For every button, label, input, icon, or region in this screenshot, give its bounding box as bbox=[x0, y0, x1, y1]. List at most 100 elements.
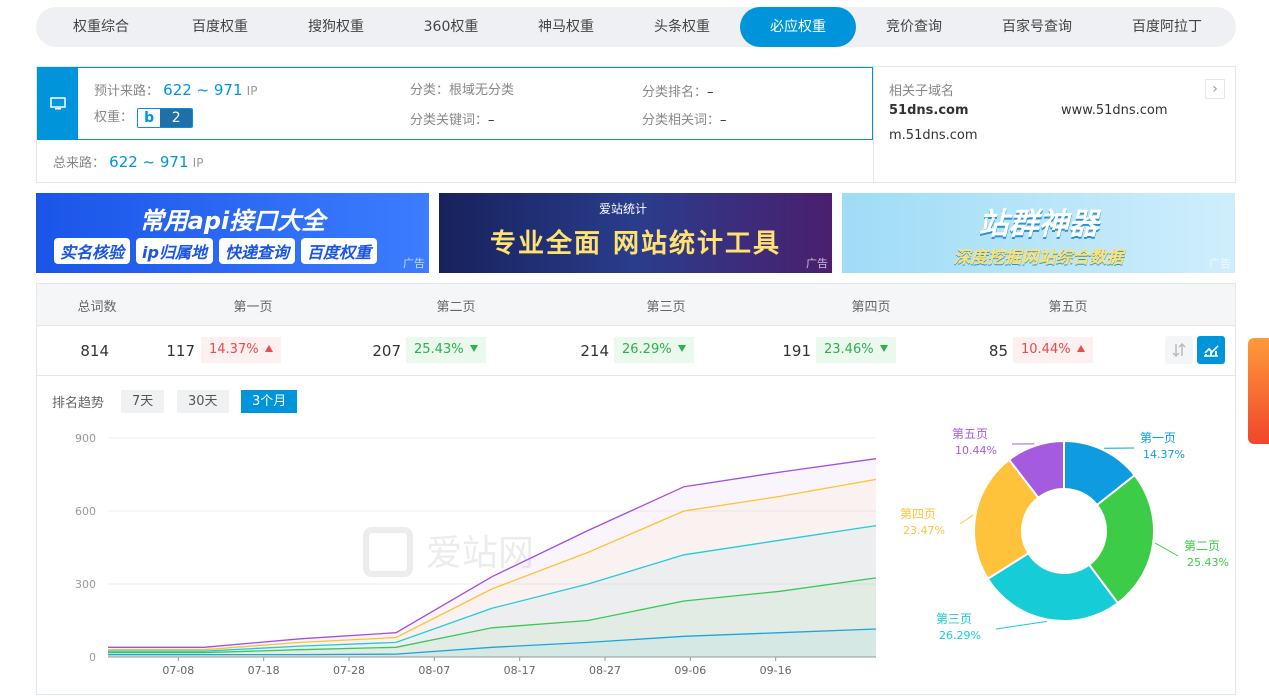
tab-shenma-weight[interactable]: 神马权重 bbox=[508, 7, 624, 47]
page-3-pct: 26.29% bbox=[614, 337, 694, 363]
subdomain-link[interactable]: www.51dns.com bbox=[1061, 103, 1168, 118]
bing-logo-icon: b bbox=[138, 108, 161, 127]
donut-label: 第五页 bbox=[952, 427, 988, 441]
tab-baidu-weight[interactable]: 百度权重 bbox=[162, 7, 278, 47]
subdomain-link[interactable]: m.51dns.com bbox=[889, 128, 978, 143]
tab-bing-weight[interactable]: 必应权重 bbox=[740, 7, 856, 47]
page-5-pct-value: 10.44% bbox=[1021, 342, 1071, 357]
total-traffic-label: 总来路： bbox=[53, 156, 106, 171]
donut-value-label: 14.37% bbox=[1143, 448, 1185, 461]
page-2-pct-value: 25.43% bbox=[414, 342, 464, 357]
category: 分类：根域无分类 bbox=[410, 79, 514, 98]
estimated-traffic-unit: IP bbox=[246, 84, 258, 98]
y-tick-label: 0 bbox=[89, 651, 96, 664]
donut-value-label: 10.44% bbox=[955, 444, 997, 457]
x-tick-label: 08-07 bbox=[418, 664, 450, 677]
donut-value-label: 25.43% bbox=[1187, 556, 1229, 569]
trend-label: 排名趋势 bbox=[52, 396, 105, 411]
donut-value-label: 23.47% bbox=[903, 524, 945, 537]
donut-leader-line bbox=[995, 620, 1048, 630]
ad-api-pill: 实名核验 bbox=[54, 238, 131, 264]
triangle-up-icon bbox=[264, 345, 273, 352]
weight-info-panel: 预计来路： 622 ~ 971 IP 权重： b 2 分类：根域无分类 分类关键… bbox=[36, 66, 874, 183]
page-1-pct-value: 14.37% bbox=[209, 342, 259, 357]
x-tick-label: 07-18 bbox=[248, 664, 280, 677]
bing-weight: 权重： b 2 bbox=[94, 106, 194, 128]
ad-banner-stats[interactable]: 爱站统计 专业全面 网站统计工具 广告 bbox=[439, 193, 832, 273]
tab-toutiao-weight[interactable]: 头条权重 bbox=[624, 7, 740, 47]
tab-sogou-weight[interactable]: 搜狗权重 bbox=[278, 7, 394, 47]
bing-weight-value: 2 bbox=[160, 108, 193, 127]
y-tick-label: 900 bbox=[75, 432, 96, 445]
category-rank-label: 分类排名： bbox=[642, 85, 708, 100]
header-page-5: 第五页 bbox=[1048, 300, 1088, 315]
donut-label: 第四页 bbox=[900, 507, 936, 521]
sort-icon[interactable] bbox=[1165, 336, 1193, 364]
category-related: 分类相关词：– bbox=[642, 109, 727, 128]
bing-weight-badge: b 2 bbox=[137, 107, 194, 128]
page-1-pct: 14.37% bbox=[201, 337, 281, 363]
page-1-count: 117 bbox=[166, 342, 195, 360]
y-tick-label: 600 bbox=[75, 505, 96, 518]
total-traffic-value: 622 ~ 971 bbox=[109, 153, 189, 171]
weight-info-top bbox=[37, 67, 873, 140]
x-tick-label: 08-17 bbox=[504, 664, 536, 677]
ad-api-pills: 实名核验 ip归属地 快递查询 百度权重 bbox=[54, 238, 377, 264]
page-4-pct: 23.46% bbox=[816, 337, 896, 363]
total-words-value: 814 bbox=[80, 342, 109, 360]
subdomain-link[interactable]: 51dns.com bbox=[889, 103, 969, 118]
page-3-count: 214 bbox=[580, 342, 609, 360]
x-tick-label: 09-16 bbox=[760, 664, 792, 677]
total-traffic: 总来路： 622 ~ 971 IP bbox=[53, 152, 203, 171]
donut-label: 第一页 bbox=[1140, 431, 1176, 445]
range-3-months-button[interactable]: 3个月 bbox=[241, 390, 298, 413]
category-keywords-label: 分类关键词： bbox=[410, 113, 489, 128]
page-4-pct-value: 23.46% bbox=[824, 342, 874, 357]
tab-360-weight[interactable]: 360权重 bbox=[394, 7, 508, 47]
floating-promo-tab[interactable] bbox=[1248, 338, 1269, 444]
triangle-up-icon bbox=[1076, 345, 1085, 352]
ad-banner-sitegroup[interactable]: 站群神器 深度挖掘网站综合数据 广告 bbox=[842, 193, 1235, 273]
header-page-1: 第一页 bbox=[233, 300, 273, 315]
header-page-3: 第三页 bbox=[646, 300, 686, 315]
ad-sitegroup-title: 站群神器 bbox=[978, 207, 1099, 242]
category-rank: 分类排名：– bbox=[642, 81, 714, 100]
bing-weight-label: 权重： bbox=[94, 110, 134, 125]
related-subdomains-title: 相关子域名 bbox=[889, 84, 955, 99]
x-tick-label: 09-06 bbox=[674, 664, 706, 677]
total-traffic-unit: IP bbox=[192, 156, 204, 170]
ad-stats-title: 专业全面 网站统计工具 bbox=[489, 229, 782, 259]
donut-value-label: 26.29% bbox=[939, 629, 981, 642]
stats-data-row: 814 117 14.37% 207 25.43% 214 26.29% 191… bbox=[37, 326, 1235, 376]
donut-leader-line bbox=[959, 514, 974, 525]
ad-api-pill: 百度权重 bbox=[300, 238, 377, 264]
tab-baijiahao-query[interactable]: 百家号查询 bbox=[972, 7, 1102, 47]
ad-api-title: 常用api接口大全 bbox=[139, 207, 326, 235]
chevron-right-icon[interactable]: › bbox=[1205, 79, 1225, 99]
x-tick-label: 08-27 bbox=[589, 664, 621, 677]
x-tick-label: 07-28 bbox=[333, 664, 365, 677]
donut-label: 第二页 bbox=[1184, 539, 1220, 553]
page-5-count: 85 bbox=[988, 342, 1008, 360]
ad-banner-api[interactable]: 常用api接口大全 实名核验 ip归属地 快递查询 百度权重 广告 bbox=[36, 193, 429, 273]
header-total-words: 总词数 bbox=[77, 300, 117, 315]
ad-tag: 广告 bbox=[806, 257, 828, 270]
header-page-2: 第二页 bbox=[436, 300, 476, 315]
ad-tag: 广告 bbox=[403, 257, 425, 270]
tab-baidu-aladdin[interactable]: 百度阿拉丁 bbox=[1102, 7, 1232, 47]
related-subdomains-panel: 相关子域名 › 51dns.com www.51dns.com m.51dns.… bbox=[874, 66, 1236, 183]
ad-api-pill: 快递查询 bbox=[218, 238, 295, 264]
category-value: 根域无分类 bbox=[449, 83, 515, 98]
ad-sitegroup-subtitle: 深度挖掘网站综合数据 bbox=[953, 248, 1124, 268]
page-4-count: 191 bbox=[782, 342, 811, 360]
tab-weight-overview[interactable]: 权重综合 bbox=[40, 7, 162, 47]
triangle-down-icon bbox=[677, 345, 686, 352]
page-2-pct: 25.43% bbox=[406, 337, 486, 363]
page-5-pct: 10.44% bbox=[1013, 337, 1093, 363]
trend-chart-icon[interactable] bbox=[1197, 336, 1225, 364]
range-7-days-button[interactable]: 7天 bbox=[121, 390, 165, 413]
tab-bid-query[interactable]: 竞价查询 bbox=[856, 7, 972, 47]
desktop-icon bbox=[37, 67, 78, 140]
range-30-days-button[interactable]: 30天 bbox=[177, 390, 229, 413]
page-2-count: 207 bbox=[372, 342, 401, 360]
